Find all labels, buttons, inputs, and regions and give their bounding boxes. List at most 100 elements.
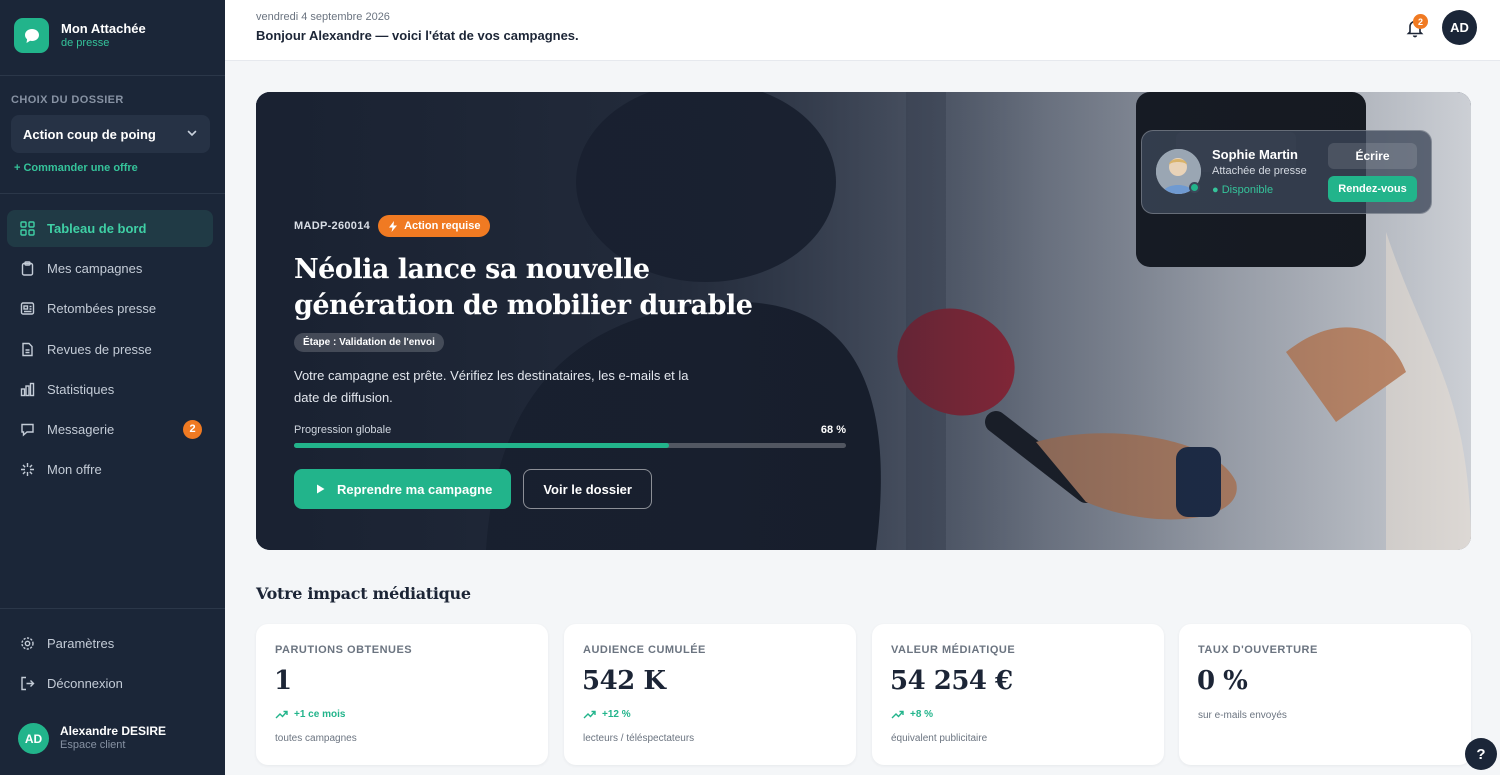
chat-icon [19,421,35,437]
kpi-trend: +1 ce mois [275,709,345,720]
brand-title: Mon Attachée [61,21,146,37]
sidebar-item-statistics[interactable]: Statistiques [7,371,213,408]
progress-bar [294,443,846,448]
sidebar-item-label: Messagerie [47,421,115,437]
kpi-note: lecteurs / téléspectateurs [583,733,695,744]
resume-campaign-label: Reprendre ma campagne [337,481,493,497]
kpi-note: sur e-mails envoyés [1198,710,1287,721]
sidebar-item-label: Tableau de bord [47,221,147,236]
status-badge: Action requise [378,215,491,237]
kpi-card-open-rate: TAUX D'OUVERTURE 0 % sur e-mails envoyés [1179,624,1471,765]
user-profile[interactable]: AD Alexandre DESIRE Espace client [18,723,166,754]
folder-select-value: Action coup de poing [23,126,156,142]
chat-bubble-logo-icon [14,18,49,53]
campaign-description: Votre campagne est prête. Vérifiez les d… [294,368,689,405]
contact-availability: ● Disponible [1212,184,1274,196]
sidebar-item-settings[interactable]: Paramètres [7,625,213,662]
bar-chart-icon [19,381,35,397]
sidebar-item-campaigns[interactable]: Mes campagnes [7,250,213,287]
contact-name: Sophie Martin [1212,147,1298,162]
kpi-label: VALEUR MÉDIATIQUE [891,644,1016,656]
progress-fill [294,443,670,448]
online-status-dot [1189,182,1200,193]
user-role: Espace client [60,739,126,752]
kpi-label: TAUX D'OUVERTURE [1198,644,1318,656]
divider [0,608,225,609]
kpi-note: toutes campagnes [275,733,357,744]
chevron-down-icon [186,127,198,142]
newspaper-icon [19,301,35,317]
sidebar-item-label: Paramètres [47,636,115,651]
brand-subtitle: de presse [61,36,110,49]
clipboard-icon [19,261,35,277]
sidebar-item-logout[interactable]: Déconnexion [7,665,213,702]
notification-badge: 2 [1413,14,1428,29]
sidebar-item-label: Retombées presse [47,301,157,317]
contact-role: Attachée de presse [1212,165,1307,177]
press-attache-card: Sophie Martin Attachée de presse ● Dispo… [1141,130,1432,214]
document-icon [19,341,35,357]
user-name: Alexandre DESIRE [60,724,167,739]
bottom-nav: Paramètres Déconnexion [7,625,213,705]
avatar: AD [18,723,49,754]
sidebar: Mon Attachée de presse CHOIX DU DOSSIER … [0,0,225,775]
sidebar-item-messaging[interactable]: Messagerie 2 [7,411,213,448]
sidebar-item-label: Statistiques [47,381,115,397]
logout-icon [19,676,35,692]
progress-percent: 68 % [820,424,846,436]
kpi-card-media-value: VALEUR MÉDIATIQUE 54 254 € +8 % équivale… [872,624,1164,765]
kpi-trend-value: +8 % [910,709,934,720]
sidebar-item-label: Mes campagnes [47,261,143,277]
campaign-reference: MADP-260014 [294,220,371,232]
main-nav: Tableau de bord Mes campagnes Retombées … [7,210,213,491]
view-folder-button[interactable]: Voir le dossier [523,469,652,509]
impact-section-title: Votre impact médiatique [256,584,471,603]
campaign-hero: MADP-260014 Action requise Néolia lance … [256,92,1471,550]
gear-icon [19,636,35,652]
resume-campaign-button[interactable]: Reprendre ma campagne [294,469,512,509]
sidebar-item-dashboard[interactable]: Tableau de bord [7,210,213,247]
kpi-value: 542 K [582,666,666,696]
sidebar-item-press-reviews[interactable]: Revues de presse [7,331,213,368]
avatar[interactable]: AD [1442,10,1477,45]
order-offer-link[interactable]: + Commander une offre [14,162,138,174]
brand[interactable]: Mon Attachée de presse [14,18,146,53]
play-icon [317,484,325,494]
status-badge-label: Action requise [404,220,481,232]
messaging-count-badge: 2 [183,419,202,439]
appointment-button[interactable]: Rendez-vous [1328,176,1417,202]
lightning-icon [389,220,398,232]
divider [0,193,225,194]
kpi-value: 54 254 € [890,666,1013,696]
trend-up-icon [275,710,288,719]
kpi-trend: +12 % [583,709,631,720]
write-button[interactable]: Écrire [1328,143,1417,169]
kpi-label: PARUTIONS OBTENUES [275,644,413,656]
sidebar-item-press-coverage[interactable]: Retombées presse [7,290,213,327]
trend-up-icon [583,710,596,719]
kpi-card-audience: AUDIENCE CUMULÉE 542 K +12 % lecteurs / … [564,624,856,765]
sidebar-item-label: Déconnexion [47,676,123,692]
kpi-value: 0 % [1197,666,1248,696]
folder-label: CHOIX DU DOSSIER [11,94,124,106]
kpi-trend: +8 % [891,709,933,720]
greeting: Bonjour Alexandre — voici l'état de vos … [256,28,579,43]
help-button[interactable]: ? [1465,738,1497,770]
divider [0,75,225,76]
progress-label: Progression globale [294,424,392,436]
top-bar: vendredi 4 septembre 2026 Bonjour Alexan… [225,0,1500,61]
step-chip: Étape : Validation de l'envoi [294,333,444,352]
kpi-trend-value: +12 % [602,709,631,720]
kpi-card-publications: PARUTIONS OBTENUES 1 +1 ce mois toutes c… [256,624,548,765]
sidebar-item-my-offer[interactable]: Mon offre [7,451,213,488]
hero-content: MADP-260014 Action requise Néolia lance … [294,215,854,509]
campaign-title: Néolia lance sa nouvelle génération de m… [294,254,753,321]
current-date: vendredi 4 septembre 2026 [256,11,390,23]
grid-icon [19,221,35,237]
kpi-label: AUDIENCE CUMULÉE [583,644,706,656]
kpi-trend-value: +1 ce mois [294,709,346,720]
kpi-note: équivalent publicitaire [891,733,988,744]
folder-select[interactable]: Action coup de poing [11,115,210,153]
sidebar-item-label: Revues de presse [47,341,152,357]
kpi-value: 1 [274,666,292,696]
